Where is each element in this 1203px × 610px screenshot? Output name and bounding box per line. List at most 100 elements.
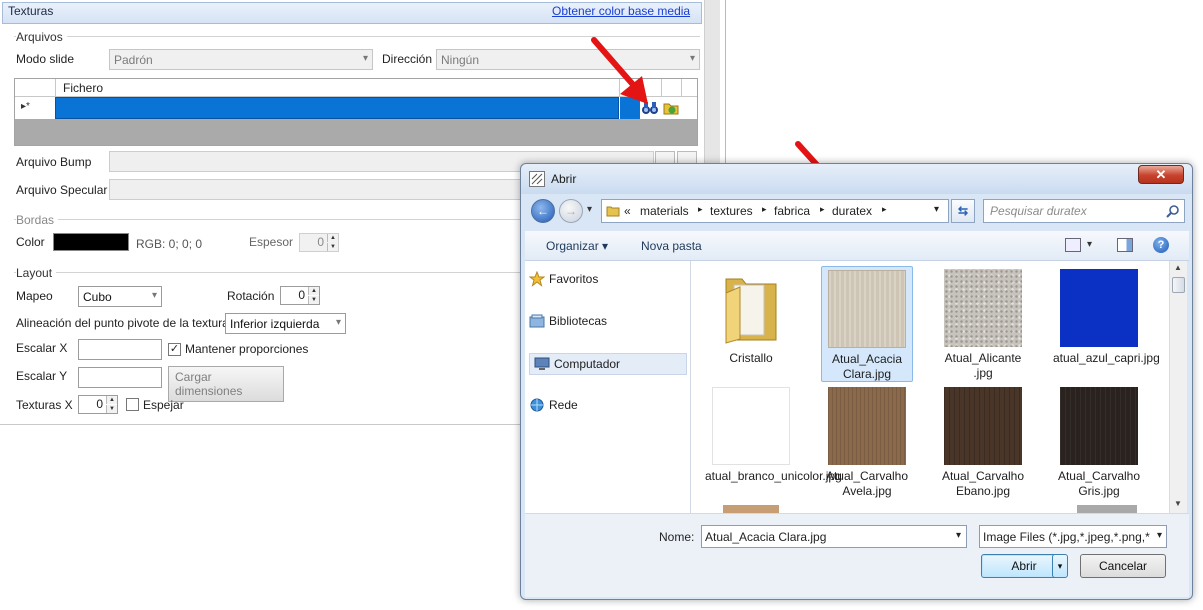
scroll-up-icon[interactable]: ▲: [1174, 263, 1182, 272]
file-tile[interactable]: Atual_Carvalho Gris.jpg: [1053, 387, 1145, 499]
texturas-x-spinner[interactable]: 0 ▲ ▼: [78, 395, 118, 414]
file-name: atual_branco_unicolor.jpg: [705, 469, 842, 483]
file-type-select[interactable]: Image Files (*.jpg,*.jpeg,*.png,* ▾: [979, 525, 1167, 548]
panel-title: Texturas: [8, 4, 54, 18]
spin-down-icon[interactable]: ▼: [308, 296, 319, 304]
dialog-toolbar: Organizar ▾ Nova pasta ▾ ?: [525, 231, 1189, 261]
breadcrumb-overflow[interactable]: «: [624, 204, 631, 218]
file-tile[interactable]: Atual_Carvalho Avela.jpg: [821, 387, 913, 499]
row-marker: ▸*: [21, 101, 30, 112]
search-placeholder: Pesquisar duratex: [990, 204, 1087, 218]
direccion-select[interactable]: Ningún ▾: [436, 49, 700, 70]
nav-item-computador[interactable]: Computador: [529, 353, 687, 375]
file-name: atual_azul_capri.jpg: [1053, 351, 1160, 365]
chevron-right-icon[interactable]: ▸: [698, 204, 703, 215]
open-file-dialog: Abrir ✕ ← → ▾ « materials ▸ textures ▸ f…: [520, 163, 1193, 600]
nav-label: Computador: [554, 357, 621, 371]
filename-value: Atual_Acacia Clara.jpg: [705, 530, 827, 544]
breadcrumb-duratex[interactable]: duratex: [832, 204, 872, 218]
chevron-down-icon[interactable]: ▾: [956, 530, 961, 541]
rotacion-spinner[interactable]: 0 ▲ ▼: [280, 286, 320, 305]
search-icon[interactable]: [1166, 204, 1180, 218]
nav-item-rede[interactable]: Rede: [525, 395, 685, 417]
filename-input[interactable]: Atual_Acacia Clara.jpg ▾: [701, 525, 967, 548]
library-icon: [529, 313, 545, 329]
texture-thumbnail: [828, 387, 906, 465]
file-tile[interactable]: Atual_Alicante .jpg: [937, 269, 1029, 381]
organize-button[interactable]: Organizar ▾: [546, 239, 608, 253]
chevron-down-icon[interactable]: ▾: [1087, 239, 1092, 250]
search-box[interactable]: Pesquisar duratex: [983, 199, 1185, 223]
pivote-label: Alineación del punto pivote de la textur…: [16, 316, 229, 330]
file-list: Cristallo Atual_Acacia Clara.jpg Atual_A…: [691, 261, 1187, 513]
spin-up-icon[interactable]: ▲: [106, 396, 117, 404]
nav-item-favoritos[interactable]: Favoritos: [525, 269, 685, 291]
dialog-titlebar: Abrir ✕: [521, 164, 1192, 194]
chevron-right-icon[interactable]: ▸: [882, 204, 887, 215]
espejar-checkbox[interactable]: [126, 398, 139, 411]
fichero-cell[interactable]: [55, 97, 619, 119]
partial-thumbnail: [1077, 505, 1137, 513]
back-arrow-icon[interactable]: ←: [531, 199, 555, 223]
breadcrumb-textures[interactable]: textures: [710, 204, 753, 218]
view-icon[interactable]: [1065, 238, 1081, 252]
forward-arrow-icon[interactable]: →: [559, 199, 583, 223]
file-tile[interactable]: atual_azul_capri.jpg: [1053, 269, 1160, 381]
rotacion-label: Rotación: [227, 289, 275, 303]
breadcrumb-fabrica[interactable]: fabrica: [774, 204, 810, 218]
mapeo-select[interactable]: Cubo ▾: [78, 286, 162, 307]
texture-thumbnail: [944, 269, 1022, 347]
file-tile-selected[interactable]: Atual_Acacia Clara.jpg: [821, 266, 913, 382]
escalar-y-input[interactable]: [78, 367, 162, 388]
modo-slide-value: Padrón: [114, 53, 153, 67]
preview-pane-icon[interactable]: [1117, 238, 1133, 252]
help-icon[interactable]: ?: [1153, 237, 1169, 253]
chevron-right-icon[interactable]: ▸: [820, 204, 825, 215]
group-divider: [14, 272, 520, 273]
modo-slide-select[interactable]: Padrón ▾: [109, 49, 373, 70]
color-swatch[interactable]: [53, 233, 129, 251]
chevron-down-icon: ▾: [151, 290, 157, 301]
breadcrumb-materials[interactable]: materials: [640, 204, 689, 218]
recent-dropdown-icon[interactable]: ▾: [587, 204, 592, 215]
address-bar[interactable]: « materials ▸ textures ▸ fabrica ▸ durat…: [601, 199, 949, 223]
new-folder-button[interactable]: Nova pasta: [641, 239, 702, 253]
star-icon: [529, 271, 545, 287]
file-tile[interactable]: Cristallo: [705, 269, 797, 381]
escalar-x-input[interactable]: [78, 339, 162, 360]
cargar-dimensiones-button[interactable]: Cargar dimensiones: [168, 366, 284, 402]
spin-up-icon[interactable]: ▲: [308, 287, 319, 295]
file-tile[interactable]: atual_branco_unicolor.jpg: [705, 387, 842, 499]
dialog-navbar: ← → ▾ « materials ▸ textures ▸ fabrica ▸…: [521, 194, 1192, 230]
spin-down-icon[interactable]: ▼: [106, 405, 117, 413]
mantener-checkbox[interactable]: ✓: [168, 343, 181, 356]
file-list-scrollbar[interactable]: ▲ ▼: [1169, 261, 1187, 513]
cancel-button[interactable]: Cancelar: [1080, 554, 1166, 578]
chevron-down-icon[interactable]: ▾: [1154, 530, 1162, 541]
file-name: Atual_Alicante .jpg: [944, 351, 1022, 380]
scroll-thumb[interactable]: [1172, 277, 1185, 293]
refresh-icon[interactable]: ⇆: [951, 199, 975, 223]
chevron-down-icon[interactable]: ▾: [934, 204, 939, 215]
mapeo-value: Cubo: [83, 290, 112, 304]
filename-label: Nome:: [659, 530, 695, 544]
open-dropdown-icon[interactable]: ▾: [1052, 554, 1068, 578]
chevron-down-icon: ▾: [689, 53, 695, 64]
file-type-value: Image Files (*.jpg,*.jpeg,*.png,*: [983, 530, 1150, 544]
open-folder-icon[interactable]: [662, 99, 680, 117]
folder-icon: [712, 269, 790, 347]
chevron-right-icon[interactable]: ▸: [762, 204, 767, 215]
nav-label: Rede: [549, 398, 578, 412]
file-tile[interactable]: Atual_Carvalho Ebano.jpg: [937, 387, 1029, 499]
scroll-down-icon[interactable]: ▼: [1174, 499, 1182, 508]
texture-thumbnail: [944, 387, 1022, 465]
specular-field[interactable]: [109, 179, 521, 200]
espesor-spinner[interactable]: 0 ▲ ▼: [299, 233, 339, 252]
spin-up-icon[interactable]: ▲: [327, 234, 338, 242]
close-button[interactable]: ✕: [1138, 165, 1184, 184]
texture-thumbnail: [828, 270, 906, 348]
get-average-color-link[interactable]: Obtener color base media: [552, 4, 690, 18]
nav-item-bibliotecas[interactable]: Bibliotecas: [525, 311, 685, 333]
pivote-select[interactable]: Inferior izquierda ▾: [225, 313, 346, 334]
spin-down-icon[interactable]: ▼: [327, 243, 338, 251]
